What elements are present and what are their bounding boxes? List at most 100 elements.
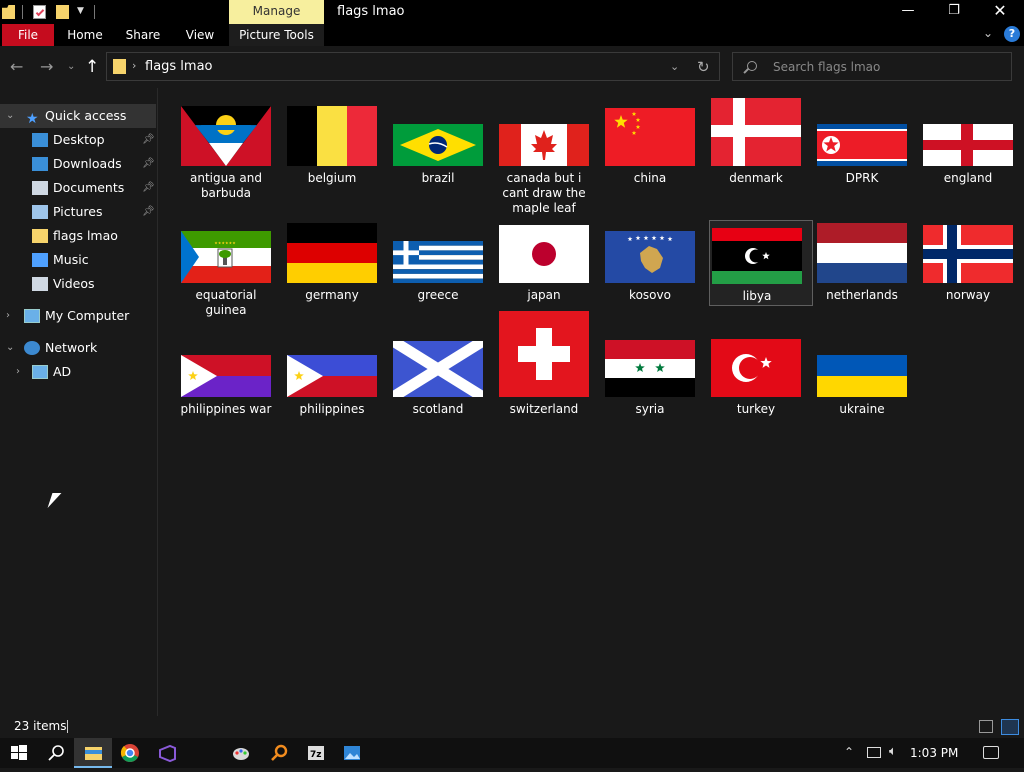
- sidebar-item-music[interactable]: Music: [0, 248, 156, 272]
- network-tray-icon[interactable]: [867, 747, 881, 758]
- chrome-icon[interactable]: [111, 738, 149, 768]
- music-icon: [32, 253, 48, 267]
- sidebar-item-documents[interactable]: Documents📌︎: [0, 176, 156, 200]
- file-item[interactable]: china: [603, 98, 707, 206]
- close-button[interactable]: ✕: [977, 0, 1023, 24]
- notifications-icon[interactable]: [983, 746, 999, 759]
- file-item[interactable]: belgium: [285, 98, 389, 206]
- file-item[interactable]: philippines: [285, 308, 389, 437]
- file-item[interactable]: philippines war: [179, 308, 283, 437]
- chevron-down-icon[interactable]: ⌄: [983, 26, 993, 40]
- svg-text:7z: 7z: [310, 750, 322, 760]
- details-view-icon[interactable]: [979, 720, 993, 733]
- help-icon[interactable]: ?: [1004, 26, 1020, 42]
- file-name: syria: [598, 402, 702, 417]
- new-folder-icon[interactable]: [56, 5, 69, 19]
- pin-icon: 📌︎: [142, 176, 155, 200]
- file-item[interactable]: turkey: [709, 308, 813, 437]
- flag-antigua-thumbnail: [181, 106, 271, 166]
- chevron-right-icon[interactable]: ›: [6, 304, 10, 328]
- sidebar-item-network[interactable]: ⌄ Network: [0, 336, 156, 360]
- tab-share[interactable]: Share: [118, 24, 168, 46]
- visual-studio-icon[interactable]: [148, 738, 186, 768]
- taskbar: 7z ⌃ 🔈︎ 1:03 PM: [0, 738, 1024, 768]
- file-item[interactable]: DPRK: [815, 98, 919, 206]
- clock[interactable]: 1:03 PM: [910, 746, 958, 760]
- tab-view[interactable]: View: [178, 24, 222, 46]
- flag-germany-thumbnail: [287, 223, 377, 283]
- file-name: germany: [280, 288, 384, 303]
- address-bar[interactable]: › flags lmao ⌄ ↻: [106, 52, 720, 81]
- chevron-down-icon[interactable]: ⌄: [6, 336, 14, 360]
- refresh-icon[interactable]: ↻: [697, 58, 710, 76]
- restore-button[interactable]: ❐: [931, 0, 977, 24]
- chevron-down-icon[interactable]: ⌄: [6, 104, 14, 128]
- chevron-right-icon[interactable]: ›: [132, 59, 136, 72]
- file-item[interactable]: norway: [921, 220, 1024, 323]
- properties-icon[interactable]: [33, 5, 46, 19]
- volume-icon[interactable]: 🔈︎: [889, 744, 897, 759]
- sidebar-item-ad[interactable]: › AD: [0, 360, 156, 384]
- file-explorer-icon[interactable]: [74, 738, 112, 768]
- file-name: brazil: [386, 171, 490, 186]
- file-item[interactable]: scotland: [391, 308, 495, 437]
- minimize-button[interactable]: —: [885, 0, 931, 24]
- sidebar-item-quick-access[interactable]: ⌄ ★ Quick access: [0, 104, 156, 128]
- sidebar-item-my-computer[interactable]: › My Computer: [0, 304, 156, 328]
- forward-arrow-icon[interactable]: →: [40, 57, 53, 76]
- file-item[interactable]: canada but i cant draw the maple leaf: [497, 98, 601, 206]
- sidebar-item-label: Network: [45, 336, 97, 360]
- flag-denmark-thumbnail: [711, 98, 801, 166]
- tab-picture-tools[interactable]: Picture Tools: [229, 24, 324, 46]
- windows-start-icon[interactable]: [0, 738, 38, 768]
- file-item[interactable]: ukraine: [815, 308, 919, 437]
- flag-kosovo-thumbnail: [605, 231, 695, 283]
- downloads-icon: [32, 157, 48, 171]
- pin-icon: 📌︎: [142, 152, 155, 176]
- navigation-pane: ⌄ ★ Quick access Desktop📌︎Downloads📌︎Doc…: [0, 88, 158, 716]
- file-name: turkey: [704, 402, 808, 417]
- large-icons-view-icon[interactable]: [1001, 719, 1019, 735]
- search-app-icon[interactable]: [260, 738, 298, 768]
- photos-icon[interactable]: [333, 738, 371, 768]
- sidebar-item-videos[interactable]: Videos: [0, 272, 156, 296]
- sidebar-item-label: Videos: [53, 272, 95, 296]
- file-item[interactable]: antigua and barbuda: [179, 98, 283, 214]
- sidebar-item-flags-lmao[interactable]: flags lmao: [0, 224, 156, 248]
- flag-greece-thumbnail: [393, 241, 483, 283]
- search-input[interactable]: Search flags lmao: [732, 52, 1012, 81]
- file-name: norway: [916, 288, 1020, 303]
- file-item[interactable]: switzerland: [497, 308, 601, 437]
- flag-norway-thumbnail: [923, 225, 1013, 283]
- paint-icon[interactable]: [222, 738, 260, 768]
- flag-brazil-thumbnail: [393, 124, 483, 166]
- manage-tab[interactable]: Manage: [229, 0, 324, 24]
- flag-phil-thumbnail: [287, 355, 377, 397]
- search-icon[interactable]: [38, 738, 76, 768]
- chevron-right-icon[interactable]: ›: [16, 360, 20, 384]
- sidebar-item-label: AD: [53, 360, 71, 384]
- customize-toolbar-icon[interactable]: ▼: [77, 6, 84, 16]
- breadcrumb[interactable]: flags lmao: [145, 59, 213, 74]
- file-item[interactable]: brazil: [391, 98, 495, 206]
- flag-netherlands-thumbnail: [817, 223, 907, 283]
- show-hidden-icons-icon[interactable]: ⌃: [844, 745, 854, 759]
- file-grid: antigua and barbudabelgiumbrazilcanada b…: [159, 88, 1024, 716]
- sidebar-item-pictures[interactable]: Pictures📌︎: [0, 200, 156, 224]
- 7zip-icon[interactable]: 7z: [297, 738, 335, 768]
- back-arrow-icon[interactable]: ←: [10, 57, 23, 76]
- file-item[interactable]: england: [921, 98, 1024, 206]
- recent-locations-icon[interactable]: ⌄: [67, 61, 75, 72]
- sidebar-item-label: Pictures: [53, 200, 103, 224]
- file-item[interactable]: syria: [603, 308, 707, 437]
- tab-home[interactable]: Home: [60, 24, 110, 46]
- chevron-down-icon[interactable]: ⌄: [670, 60, 679, 73]
- sidebar-item-desktop[interactable]: Desktop📌︎: [0, 128, 156, 152]
- file-item[interactable]: denmark: [709, 98, 813, 206]
- up-arrow-icon[interactable]: ↑: [85, 57, 99, 77]
- tab-file[interactable]: File: [2, 24, 54, 46]
- file-item[interactable]: libya: [709, 220, 813, 306]
- file-name: japan: [492, 288, 596, 303]
- file-name: ukraine: [810, 402, 914, 417]
- sidebar-item-downloads[interactable]: Downloads📌︎: [0, 152, 156, 176]
